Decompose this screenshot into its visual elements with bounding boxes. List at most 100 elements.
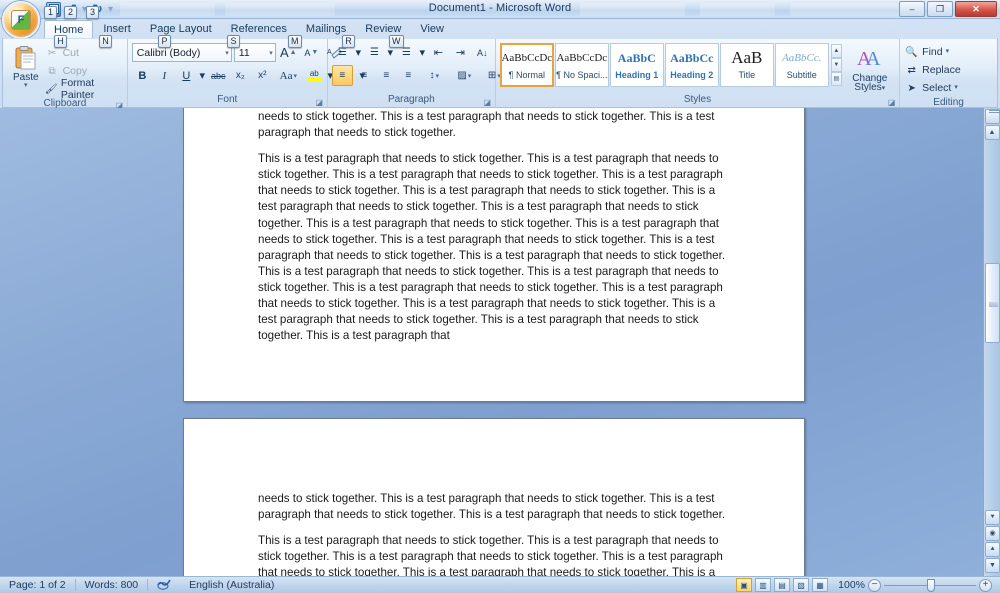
gallery-scroll-up-icon[interactable]: ▲ bbox=[830, 44, 842, 58]
italic-button[interactable]: I bbox=[154, 65, 175, 86]
copy-label: Copy bbox=[62, 65, 88, 77]
office-button[interactable]: F bbox=[2, 1, 40, 39]
decrease-indent-button[interactable]: ⇤ bbox=[428, 42, 449, 63]
multilevel-caret[interactable]: ▾ bbox=[418, 42, 427, 63]
underline-caret[interactable]: ▾ bbox=[198, 65, 207, 86]
scroll-up-button[interactable]: ▲ bbox=[984, 125, 1000, 140]
superscript-button[interactable]: x² bbox=[252, 65, 273, 86]
bullets-caret[interactable]: ▾ bbox=[354, 42, 363, 63]
select-caret[interactable]: ▾ bbox=[954, 84, 958, 91]
minimize-button[interactable]: – bbox=[899, 1, 925, 17]
page-1-text[interactable]: needs to stick together. This is a test … bbox=[258, 109, 731, 354]
paragraph: This is a test paragraph that needs to s… bbox=[258, 534, 723, 576]
numbering-button[interactable]: ☰ bbox=[364, 42, 385, 63]
change-case-button[interactable]: Aa ▾ bbox=[274, 65, 303, 86]
zoom-level-label[interactable]: 100% bbox=[831, 579, 865, 591]
change-styles-caret[interactable]: ▾ bbox=[882, 85, 886, 92]
close-button[interactable]: ✕ bbox=[955, 1, 997, 17]
style-item-heading-2[interactable]: AaBbCc Heading 2 bbox=[664, 43, 719, 87]
style-item-title[interactable]: AaB Title bbox=[719, 43, 774, 87]
zoom-slider-thumb[interactable] bbox=[927, 578, 935, 592]
align-center-button[interactable]: ≡ bbox=[354, 65, 375, 86]
replace-button[interactable]: ⇄ Replace bbox=[904, 61, 960, 79]
split-window-handle[interactable] bbox=[984, 109, 1000, 124]
styles-dialog-launcher[interactable]: ◪ bbox=[887, 98, 896, 107]
proofing-errors-button[interactable] bbox=[148, 578, 180, 593]
font-dialog-launcher[interactable]: ◪ bbox=[315, 98, 324, 107]
zoom-slider[interactable] bbox=[884, 578, 976, 592]
next-page-button[interactable]: ⯆ bbox=[985, 510, 1000, 525]
page-indicator[interactable]: Page: 1 of 2 bbox=[0, 578, 75, 593]
view-draft-button[interactable]: ▦ bbox=[812, 578, 828, 592]
style-item-no-spacing[interactable]: AaBbCcDc ¶ No Spaci... bbox=[554, 43, 609, 87]
scrollbar-thumb[interactable] bbox=[985, 263, 1000, 343]
document-page-1[interactable]: needs to stick together. This is a test … bbox=[183, 108, 805, 402]
bold-icon: B bbox=[138, 69, 147, 82]
keytip-tab-review: R bbox=[342, 35, 355, 48]
subscript-button[interactable]: x₂ bbox=[230, 65, 251, 86]
select-browse-object[interactable]: ◉ bbox=[985, 526, 1000, 541]
styles-group-label: Styles bbox=[683, 94, 712, 105]
select-button[interactable]: ➤ Select ▾ bbox=[904, 79, 958, 97]
shrink-font-button[interactable]: A ▼ bbox=[301, 42, 322, 63]
justify-button[interactable]: ≡ bbox=[398, 65, 419, 86]
previous-page-button[interactable]: ⯅ bbox=[985, 542, 1000, 557]
paragraph: needs to stick together. This is a test … bbox=[258, 110, 715, 140]
document-canvas[interactable]: needs to stick together. This is a test … bbox=[0, 108, 1000, 576]
increase-indent-button[interactable]: ⇥ bbox=[450, 42, 471, 63]
zoom-in-button[interactable]: + bbox=[979, 578, 992, 592]
style-item-heading-1[interactable]: AaBbC Heading 1 bbox=[609, 43, 664, 87]
binoculars-icon: 🔍 bbox=[905, 46, 918, 58]
document-page-2[interactable]: needs to stick together. This is a test … bbox=[183, 418, 805, 576]
format-painter-button[interactable]: 🖌 Format Painter bbox=[45, 77, 123, 101]
gallery-scroll-down-icon[interactable]: ▼ bbox=[830, 58, 842, 72]
subscript-icon: x₂ bbox=[235, 70, 245, 81]
qat-customize-caret[interactable]: ▾ bbox=[108, 4, 113, 15]
text-highlight-button[interactable]: ab bbox=[304, 65, 325, 86]
view-outline-button[interactable]: ▧ bbox=[793, 578, 809, 592]
paragraph: This is a test paragraph that needs to s… bbox=[258, 152, 726, 343]
vertical-scrollbar[interactable]: ▲ ⯆ ◉ ⯅ ▼ bbox=[983, 108, 1000, 576]
style-item-normal[interactable]: AaBbCcDc ¶ Normal bbox=[499, 43, 554, 87]
underline-button[interactable]: U bbox=[176, 65, 197, 86]
align-left-button[interactable]: ≡ bbox=[331, 65, 353, 86]
font-size-input[interactable]: 11 ▾ bbox=[233, 43, 276, 62]
justify-icon: ≡ bbox=[405, 70, 412, 81]
font-size-caret-icon[interactable]: ▾ bbox=[265, 49, 273, 57]
gallery-more-icon[interactable]: ▤ bbox=[830, 72, 842, 86]
paste-button[interactable]: Paste ▾ bbox=[7, 42, 45, 89]
page-2-text[interactable]: needs to stick together. This is a test … bbox=[258, 491, 731, 576]
tab-home[interactable]: Home bbox=[44, 20, 94, 38]
view-web-layout-button[interactable]: ▤ bbox=[774, 578, 790, 592]
restore-button[interactable]: ❐ bbox=[927, 1, 953, 17]
style-preview: AaBbCc. bbox=[782, 51, 822, 64]
font-name-input[interactable]: Calibri (Body) ▾ bbox=[131, 43, 232, 62]
strikethrough-button[interactable]: abc bbox=[208, 65, 229, 86]
find-button[interactable]: 🔍 Find ▾ bbox=[904, 43, 949, 61]
font-name-caret-icon[interactable]: ▾ bbox=[221, 49, 229, 57]
copy-icon: ⧉ bbox=[48, 65, 56, 77]
line-spacing-button[interactable]: ↕ ▾ bbox=[420, 65, 449, 86]
word-count-indicator[interactable]: Words: 800 bbox=[76, 578, 148, 593]
style-preview: AaBbC bbox=[617, 50, 656, 65]
scroll-down-button[interactable]: ▼ bbox=[985, 558, 1000, 573]
tab-page-layout[interactable]: Page Layout bbox=[141, 20, 221, 38]
view-print-layout-button[interactable]: ▣ bbox=[736, 578, 752, 592]
zoom-out-button[interactable]: − bbox=[868, 578, 881, 592]
paste-caret-icon[interactable]: ▾ bbox=[24, 82, 28, 89]
tab-view[interactable]: View bbox=[411, 20, 453, 38]
align-center-icon: ≡ bbox=[361, 70, 368, 81]
title-bar: Document1 - Microsoft Word – ❐ ✕ bbox=[0, 0, 1000, 19]
language-indicator[interactable]: English (Australia) bbox=[180, 578, 283, 593]
paragraph-dialog-launcher[interactable]: ◪ bbox=[483, 98, 492, 107]
shading-button[interactable]: ▨ ▾ bbox=[450, 65, 479, 86]
style-item-subtitle[interactable]: AaBbCc. Subtitle bbox=[774, 43, 829, 87]
find-caret[interactable]: ▾ bbox=[946, 48, 950, 55]
bold-button[interactable]: B bbox=[132, 65, 153, 86]
editing-group-label: Editing bbox=[933, 97, 964, 108]
sort-button[interactable]: A↓ bbox=[472, 42, 493, 63]
view-full-screen-reading-button[interactable]: ▥ bbox=[755, 578, 771, 592]
change-styles-button[interactable]: A A Change Styles▾ bbox=[849, 43, 891, 93]
select-label: Select bbox=[922, 82, 952, 94]
align-right-button[interactable]: ≡ bbox=[376, 65, 397, 86]
